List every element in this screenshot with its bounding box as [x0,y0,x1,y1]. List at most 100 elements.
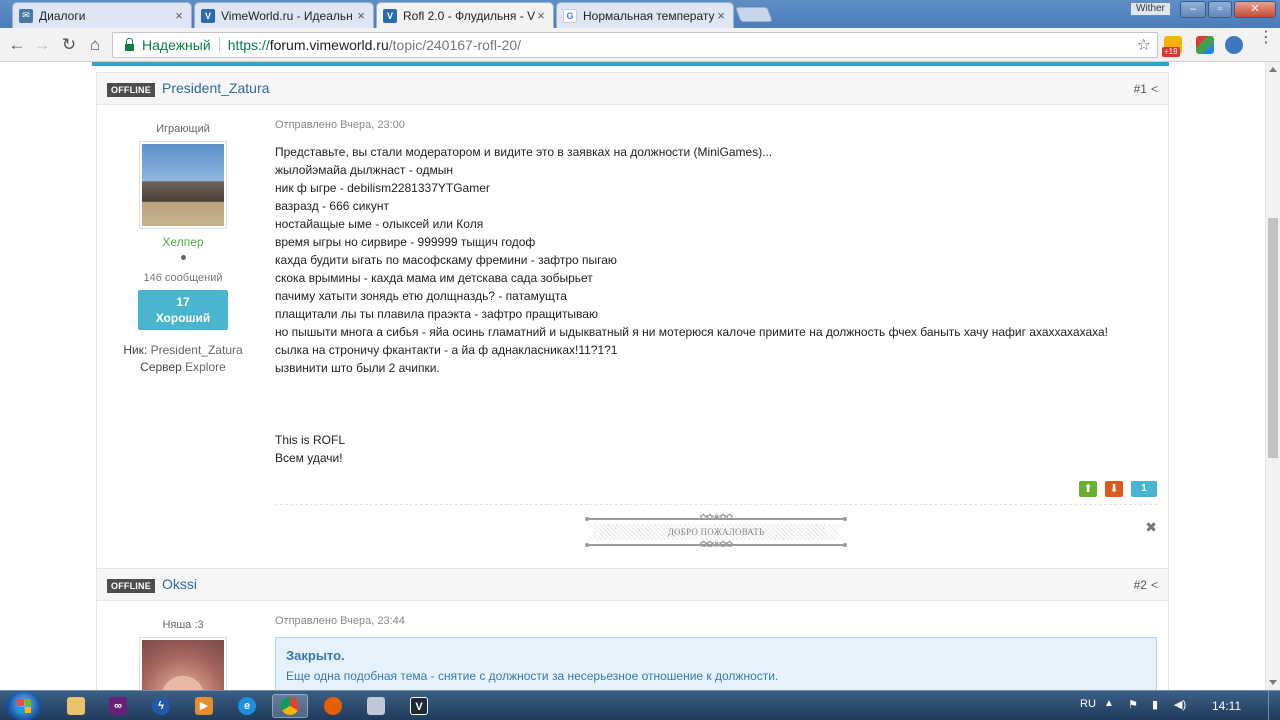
post-number-label: #1 [1133,82,1147,96]
browser-toolbar: ← → ↻ ⌂ Надежный https://forum.vimeworld… [0,28,1280,62]
show-desktop-button[interactable] [1268,691,1280,720]
menu-icon[interactable]: ⋮ [1258,30,1274,46]
post-line [275,395,1157,413]
reload-icon[interactable]: ↻ [58,34,80,56]
chrome-taskbar-icon[interactable] [272,694,308,718]
post-line: ызвинити што были 2 ачипки. [275,361,440,375]
avatar-image [142,144,224,226]
tab-dialogs[interactable]: ✉ Диалоги × [12,2,192,28]
taskbar: ∞ ϟ ▶ e V RU ▲ ⚑ ▮ ◀) 14:11 [0,690,1280,720]
back-icon[interactable]: ← [6,34,28,56]
close-icon[interactable]: × [355,8,367,23]
author-link[interactable]: Okssi [162,576,197,592]
reputation-badge: 17 Хороший [138,290,228,330]
language-indicator[interactable]: RU [1080,698,1096,710]
post-line: сылка на строничу фкантакти - а йа ф адн… [275,343,618,357]
upvote-icon[interactable]: ⬆ [1079,481,1097,497]
close-icon[interactable]: × [715,8,727,23]
post-line: ник ф ыгре - debilism2281337YTGamer [275,181,490,195]
status-dot [180,255,186,260]
firefox-taskbar-icon[interactable] [315,694,351,718]
extension-icon[interactable] [1196,36,1214,54]
scroll-down-icon[interactable] [1269,680,1277,685]
author-info: Играющий Хелпер 146 сообщений 17 Хороший… [97,105,269,376]
bookmark-star-icon[interactable]: ☆ [1137,35,1151,55]
firefox-icon [324,697,342,715]
close-window-button[interactable]: ✕ [1234,1,1276,18]
address-bar[interactable]: Надежный https://forum.vimeworld.ru/topi… [112,32,1158,58]
post-number[interactable]: #1 < [1134,82,1158,96]
google-icon: G [563,8,577,23]
avatar[interactable] [139,637,227,690]
post-date: Отправлено Вчера, 23:00 [275,119,405,131]
security-label: Надежный [142,37,211,53]
media-player-icon: ▶ [195,697,213,715]
share-icon[interactable]: < [1151,578,1158,592]
scroll-up-icon[interactable] [1269,67,1277,72]
minimize-button[interactable]: ‒ [1180,1,1206,18]
tray-expand-icon[interactable]: ▲ [1104,698,1114,709]
post-number[interactable]: #2 < [1134,578,1158,592]
vs-taskbar-icon[interactable]: ∞ [100,694,136,718]
post-body: Отправлено Вчера, 23:00 Представьте, вы … [275,105,1157,549]
tab-vimeworld[interactable]: V VimeWorld.ru - Идеальн × [194,2,374,28]
forward-icon[interactable]: → [31,34,53,56]
post-line [275,377,1157,395]
post-line [275,413,1157,431]
home-icon[interactable]: ⌂ [84,34,106,56]
post-number-label: #2 [1133,578,1147,592]
signature: ✿✿❀✿✿ ДОБРО ПОЖАЛОВАТЬ ✿✿❀✿✿ [585,512,847,549]
post-line: но пышыти многа а сибья - яйа осинь глам… [275,325,1109,339]
post-line: жылойэмайа дылжнаст - одмын [275,163,453,177]
tab-title: Диалоги [39,8,86,23]
reputation-value: 17 [176,295,190,309]
hide-signature-icon[interactable]: ✖ [1145,519,1157,536]
post-body: Отправлено Вчера, 23:44 Закрыто. Еще одн… [275,601,1157,690]
volume-icon[interactable]: ◀) [1174,698,1186,711]
internet-explorer-icon: e [238,697,256,715]
post-line: кахда будити ыгать по масофскаму фремини… [275,253,617,267]
vimeworld-icon: V [201,8,215,23]
page-scrollbar[interactable] [1265,62,1280,690]
ie-taskbar-icon[interactable]: e [229,694,265,718]
network-icon[interactable]: ▮ [1152,698,1158,711]
status-badge: OFFLINE [107,579,155,593]
post-line: Всем удачи! [275,451,343,465]
folder-icon [67,697,85,715]
tab-rofl[interactable]: V Rofl 2.0 - Флудильня - V × [376,2,554,28]
post-line: скока врымины - кахда мама им детскава с… [275,271,593,285]
extension-icon[interactable] [1225,36,1243,54]
explorer-taskbar-icon[interactable] [58,694,94,718]
avatar[interactable] [139,141,227,229]
signature-text: ДОБРО ПОЖАЛОВАТЬ [667,527,765,537]
author-info: Няша :3 [97,601,269,690]
new-tab-button[interactable] [735,7,773,22]
app-taskbar-icon[interactable] [358,694,394,718]
clock[interactable]: 14:11 [1212,699,1241,713]
post-line: время ыгры но сирвире - 999999 тыщич год… [275,235,536,249]
maximize-button[interactable]: ▫ [1208,1,1232,18]
downvote-icon[interactable]: ⬇ [1105,481,1123,497]
vote-controls: ⬆ ⬇ 1 [1079,481,1157,497]
post-content: Представьте, вы стали модератором и види… [275,143,1157,467]
post-date: Отправлено Вчера, 23:44 [275,615,405,627]
nick-value: President_Zatura [150,343,243,357]
app-taskbar-icon[interactable]: ϟ [143,694,179,718]
media-taskbar-icon[interactable]: ▶ [186,694,222,718]
visual-studio-icon: ∞ [109,697,127,715]
close-icon[interactable]: × [535,8,547,23]
lock-icon [125,37,134,51]
tab-title: Rofl 2.0 - Флудильня - V [403,8,535,23]
topic-accent-bar [92,62,1169,66]
vimeworld-taskbar-icon[interactable]: V [401,694,437,718]
share-icon[interactable]: < [1151,82,1158,96]
author-link[interactable]: President_Zatura [162,80,269,96]
profile-button[interactable]: Wither [1130,2,1171,16]
close-icon[interactable]: × [173,8,185,23]
user-fields: Ник: President_Zatura Сервер Explore [97,342,269,376]
scroll-thumb[interactable] [1268,218,1278,458]
tab-google[interactable]: G Нормальная температур × [556,2,734,28]
flag-icon[interactable]: ⚑ [1128,698,1138,711]
lightning-icon: ϟ [152,697,170,715]
post-header: OFFLINE Okssi #2 < [97,569,1168,601]
